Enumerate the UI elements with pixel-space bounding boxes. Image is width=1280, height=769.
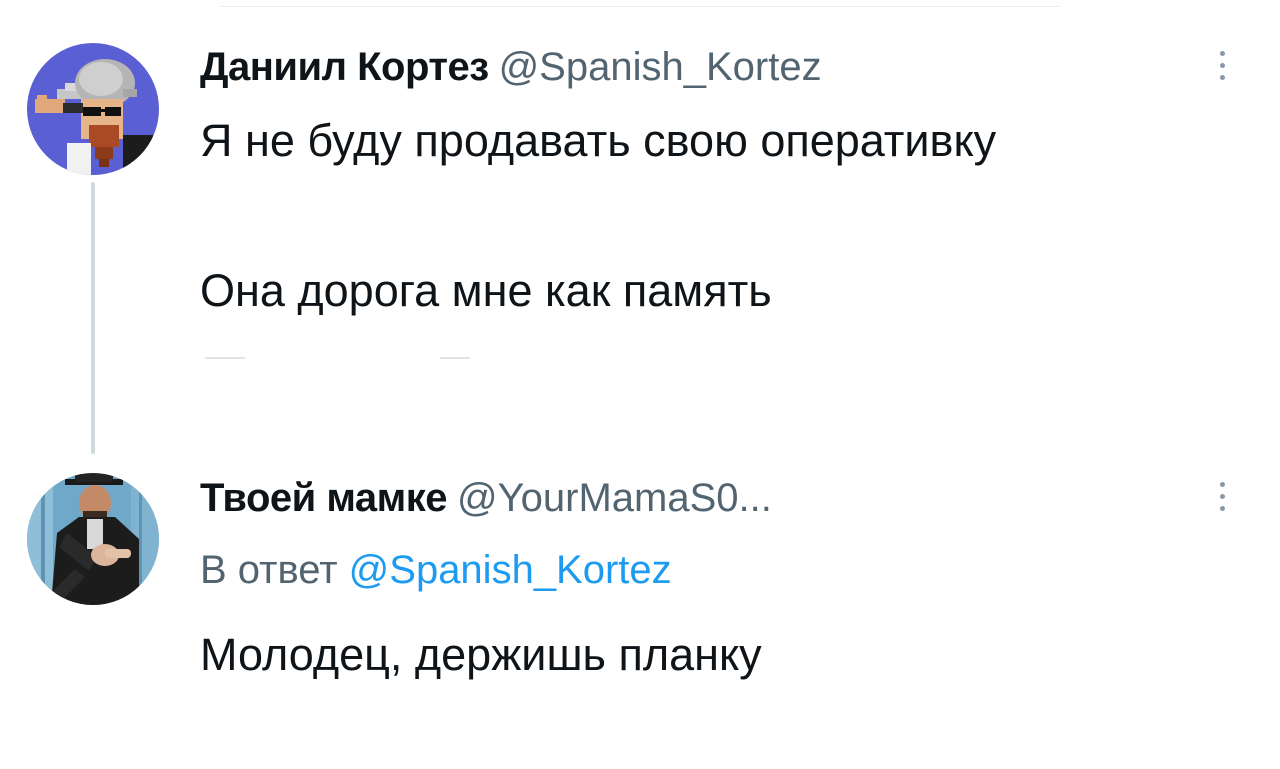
- author-name[interactable]: Твоей мамке: [200, 476, 448, 520]
- avatar[interactable]: [27, 473, 159, 605]
- more-options-icon[interactable]: [1217, 51, 1227, 80]
- pointing-man-photo-avatar-icon: [27, 473, 159, 605]
- reply-to-handle-link[interactable]: @Spanish_Kortez: [349, 548, 672, 592]
- tweet-text-line-1: Я не буду продавать свою оперативку: [200, 115, 997, 166]
- tweet-header: Твоей мамке @YourMamaS0...: [200, 474, 772, 522]
- thread-connector-line: [91, 182, 95, 454]
- divider-fragment: [205, 357, 245, 359]
- tweet-text-line-2: Она дорога мне как память: [200, 265, 772, 316]
- divider-fragment: [440, 357, 470, 359]
- author-name[interactable]: Даниил Кортез: [200, 45, 489, 89]
- top-divider: [220, 6, 1060, 7]
- tweet-header: Даниил Кортез @Spanish_Kortez: [200, 43, 822, 91]
- reply-prefix: В ответ: [200, 548, 338, 592]
- avatar[interactable]: [27, 43, 159, 175]
- pixel-cowboy-avatar-icon: [27, 43, 159, 175]
- author-handle[interactable]: @Spanish_Kortez: [499, 45, 822, 89]
- more-options-icon[interactable]: [1217, 482, 1227, 511]
- reply-context: В ответ @Spanish_Kortez: [200, 546, 672, 594]
- author-handle[interactable]: @YourMamaS0...: [457, 476, 772, 520]
- tweet-text-line-1: Молодец, держишь планку: [200, 629, 762, 680]
